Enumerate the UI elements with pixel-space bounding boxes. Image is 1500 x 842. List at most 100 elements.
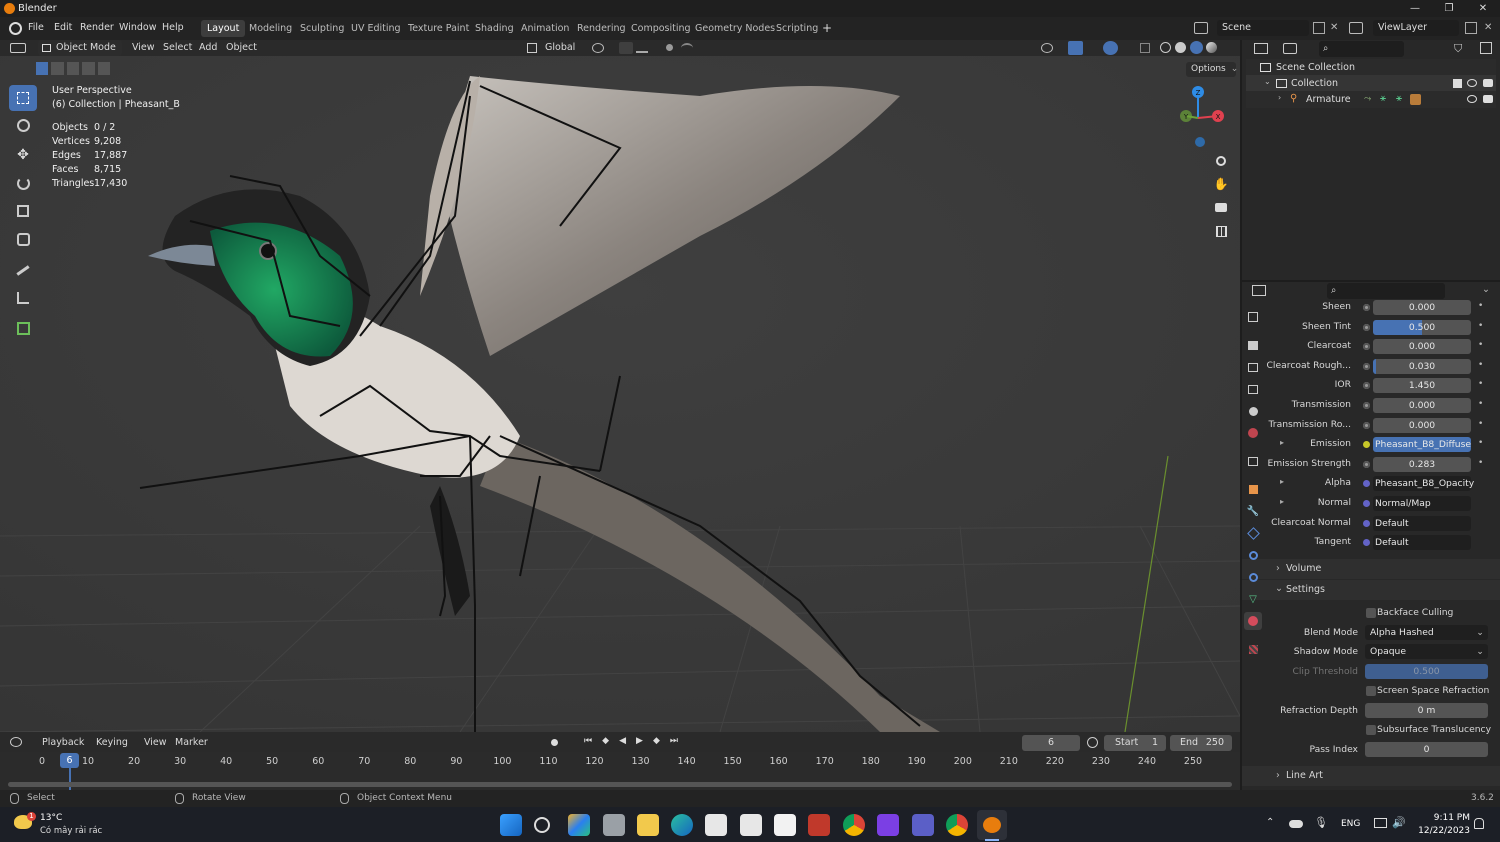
current-frame-field[interactable]: 6	[1022, 735, 1080, 751]
keyframe-dot-icon[interactable]: •	[1478, 321, 1483, 331]
select-invert-icon[interactable]	[82, 62, 95, 75]
output-tab[interactable]	[1244, 358, 1262, 376]
outliner-editor-icon[interactable]	[1254, 43, 1268, 54]
property-value-field[interactable]: Default	[1373, 515, 1471, 531]
tab-geometry-nodes[interactable]: Geometry Nodes	[689, 20, 781, 37]
tab-uv-editing[interactable]: UV Editing	[345, 20, 407, 37]
expand-socket-icon[interactable]: ▸	[1280, 497, 1284, 506]
socket-icon[interactable]	[1363, 480, 1370, 488]
exclude-checkbox[interactable]	[1453, 79, 1462, 88]
cursor-tool[interactable]	[9, 112, 37, 138]
tab-texture-paint[interactable]: Texture Paint	[402, 20, 475, 37]
property-value-field[interactable]: 0.030	[1373, 358, 1471, 374]
menu-file[interactable]: File	[28, 22, 44, 33]
gizmo-neg-z-icon[interactable]	[1195, 137, 1205, 147]
new-scene-icon[interactable]	[1313, 22, 1325, 34]
start-frame-field[interactable]: Start 1	[1104, 735, 1166, 751]
move-tool[interactable]: ✥	[9, 142, 37, 168]
eye-icon[interactable]	[1467, 79, 1477, 87]
keyframe-dot-icon[interactable]: •	[1478, 419, 1483, 429]
select-subtract-icon[interactable]	[66, 62, 80, 75]
mic-muted-icon[interactable]: 🎙	[1314, 816, 1328, 829]
prev-keyframe-icon[interactable]: ◆	[602, 736, 609, 749]
keyframe-dot-icon[interactable]: •	[1478, 301, 1483, 311]
jump-end-icon[interactable]: ⏭	[670, 736, 678, 749]
modifier-tab[interactable]: 🔧	[1244, 502, 1262, 520]
socket-icon[interactable]	[1363, 343, 1370, 351]
task-view-icon[interactable]	[603, 814, 625, 836]
property-value-field[interactable]: 0.000	[1373, 300, 1471, 315]
volume-panel-header[interactable]: › Volume	[1242, 559, 1500, 579]
backface-culling-checkbox[interactable]	[1366, 608, 1376, 618]
tab-animation[interactable]: Animation	[515, 20, 575, 37]
new-collection-icon[interactable]	[1480, 42, 1492, 54]
language-indicator[interactable]: ENG	[1341, 819, 1360, 829]
snap-target-icon[interactable]	[636, 43, 648, 53]
filter-icon[interactable]: ⛉	[1454, 42, 1462, 56]
select-new-icon[interactable]	[36, 62, 49, 75]
timeline-scrollbar[interactable]	[8, 782, 1232, 787]
armature-eye-icon[interactable]	[1467, 95, 1477, 103]
expand-socket-icon[interactable]: ▸	[1280, 438, 1284, 447]
annotate-tool[interactable]	[9, 257, 37, 283]
outliner-row-collection[interactable]: ⌄ Collection	[1246, 75, 1496, 92]
refraction-depth-field[interactable]: 0 m	[1365, 703, 1488, 718]
menu-marker[interactable]: Marker	[175, 737, 208, 748]
select-box-tool[interactable]	[9, 85, 37, 111]
wireframe-shading-icon[interactable]	[1160, 42, 1171, 53]
collapse-icon[interactable]: ⌄	[1264, 77, 1271, 86]
socket-icon[interactable]	[1363, 460, 1370, 468]
camera-render-icon[interactable]	[1483, 79, 1493, 87]
blender-menu-icon[interactable]	[9, 22, 22, 35]
measure-tool[interactable]	[9, 285, 37, 311]
blend-mode-dropdown[interactable]: Alpha Hashed ⌄	[1365, 625, 1488, 640]
play-icon[interactable]: ▶	[636, 736, 643, 749]
ortho-toggle-button[interactable]	[1211, 221, 1231, 241]
constraints-tab[interactable]	[1244, 568, 1262, 586]
delete-scene-icon[interactable]: ✕	[1330, 22, 1338, 33]
overlay-toggle-icon[interactable]	[1103, 41, 1118, 55]
settings-panel-header[interactable]: ⌄ Settings	[1242, 580, 1500, 600]
options-dropdown[interactable]: Options ⌄	[1186, 62, 1238, 77]
snipping-tool-icon[interactable]	[705, 814, 727, 836]
transform-tool[interactable]	[9, 226, 37, 252]
new-viewlayer-icon[interactable]	[1465, 22, 1477, 34]
socket-icon[interactable]	[1363, 323, 1370, 331]
close-button[interactable]: ✕	[1466, 0, 1500, 17]
next-keyframe-icon[interactable]: ◆	[653, 736, 660, 749]
property-value-field[interactable]: 0.500	[1373, 319, 1471, 335]
viewlayer-browse-icon[interactable]	[1349, 22, 1363, 34]
menu-help[interactable]: Help	[162, 22, 184, 33]
tab-rendering[interactable]: Rendering	[571, 20, 632, 37]
viewlayer-name-field[interactable]: ViewLayer	[1373, 20, 1459, 36]
pass-index-field[interactable]: 0	[1365, 742, 1488, 757]
menu-window[interactable]: Window	[119, 22, 156, 33]
property-value-field[interactable]: Default	[1373, 535, 1471, 551]
editor-type-icon[interactable]	[10, 43, 26, 53]
gizmo-toggle-icon[interactable]	[1068, 41, 1083, 55]
texture-tab[interactable]	[1244, 640, 1262, 658]
socket-icon[interactable]	[1363, 304, 1370, 311]
property-value-field[interactable]: 0.000	[1373, 398, 1471, 413]
material-preview-icon[interactable]	[1190, 41, 1203, 54]
zoom-button[interactable]	[1211, 151, 1231, 171]
keyframe-dot-icon[interactable]: •	[1478, 340, 1483, 350]
falloff-icon[interactable]	[681, 43, 693, 53]
material-tab[interactable]	[1244, 612, 1262, 630]
socket-icon[interactable]	[1363, 382, 1370, 390]
menu-keying[interactable]: Keying	[96, 737, 128, 748]
property-value-field[interactable]: 0.000	[1373, 339, 1471, 355]
rendered-shading-icon[interactable]	[1206, 42, 1217, 53]
armature-render-icon[interactable]	[1483, 95, 1493, 103]
network-icon[interactable]	[1374, 818, 1387, 828]
tab-compositing[interactable]: Compositing	[625, 20, 697, 37]
expand-icon[interactable]: ›	[1278, 93, 1281, 102]
keyframe-dot-icon[interactable]: •	[1478, 458, 1483, 468]
menu-timeline-view[interactable]: View	[144, 737, 167, 748]
outliner-row-armature[interactable]: › ⚲ Armature ⤳ ⚹ ⚹	[1246, 91, 1496, 108]
affinity-icon[interactable]	[877, 814, 899, 836]
render-tab[interactable]	[1244, 336, 1262, 354]
property-value-field[interactable]: 1.450	[1373, 378, 1471, 394]
record-icon[interactable]	[551, 739, 558, 746]
property-value-field[interactable]: Pheasant_B8_Diffuse	[1373, 437, 1471, 453]
